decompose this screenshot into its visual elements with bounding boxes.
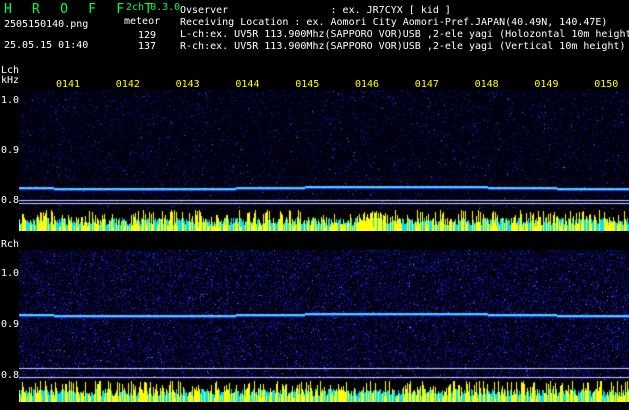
time-tick-label: 0141: [56, 79, 81, 90]
lch-ytick-0-8: 0.8: [1, 195, 20, 206]
version-label: 2ch 0.3.0: [126, 2, 181, 13]
time-tick-label: 0145: [295, 79, 320, 90]
time-tick-label: 0147: [414, 79, 439, 90]
meteor-count-lch: 129: [137, 30, 156, 41]
lch-activity-bars: [19, 209, 629, 231]
rch-ytick-1-0: 1.0: [1, 268, 20, 279]
meteor-count-rch: 137: [137, 41, 156, 52]
rch-activity-bars: [19, 380, 629, 402]
lch-ytick-0-9: 0.9: [1, 145, 20, 156]
filename-label: 2505150140.png: [4, 19, 89, 30]
rch-label: Rch: [1, 239, 20, 250]
time-tick-label: 0142: [115, 79, 140, 90]
rch-ytick-0-9: 0.9: [1, 319, 20, 330]
rch-spectrogram: [19, 250, 629, 380]
meteor-label: meteor: [124, 16, 161, 27]
lch-spectrogram: [19, 90, 629, 209]
time-tick-label: 0144: [235, 79, 260, 90]
lch-info: L-ch:ex. UV5R 113.900Mhz(SAPPORO VOR)USB…: [180, 29, 629, 40]
time-tick-label: 0149: [534, 79, 559, 90]
lch-ytick-1-0: 1.0: [1, 95, 20, 106]
time-tick-label: 0150: [594, 79, 619, 90]
location-info: Receiving Location : ex. Aomori City Aom…: [180, 17, 608, 28]
unit-label: kHz: [1, 75, 20, 86]
rch-ytick-0-8: 0.8: [1, 370, 20, 381]
time-tick-label: 0146: [355, 79, 380, 90]
rch-info: R-ch:ex. UV5R 113.900Mhz(SAPPORO VOR)USB…: [180, 41, 626, 52]
time-tick-label: 0143: [175, 79, 200, 90]
observer-info: Ovserver : ex. JR7CYX [ kid ]: [180, 5, 451, 16]
datetime-label: 25.05.15 01:40: [4, 40, 89, 51]
time-tick-label: 0148: [474, 79, 499, 90]
